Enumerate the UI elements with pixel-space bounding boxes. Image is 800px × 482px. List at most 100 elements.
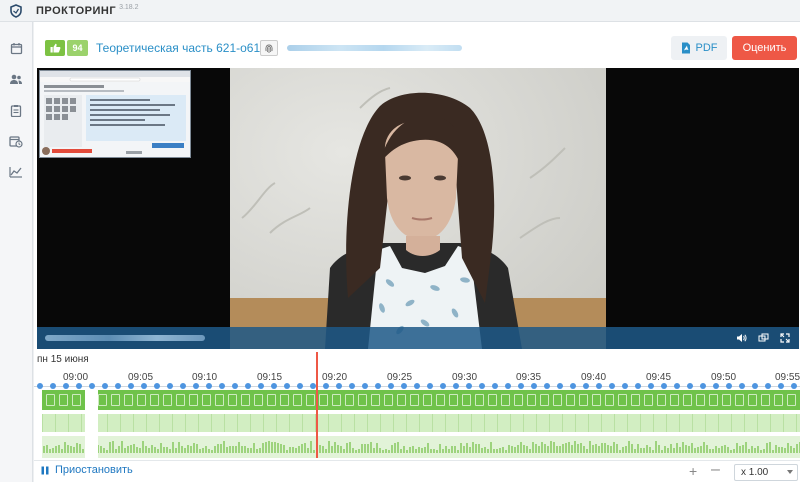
screenshot-marker[interactable] (566, 394, 575, 406)
event-marker[interactable] (102, 383, 108, 389)
video-player[interactable] (37, 68, 799, 349)
event-marker[interactable] (167, 383, 173, 389)
screenshot-marker[interactable] (553, 394, 562, 406)
pdf-button[interactable]: PDF (671, 36, 727, 60)
event-marker[interactable] (791, 383, 797, 389)
event-marker[interactable] (323, 383, 329, 389)
event-marker[interactable] (141, 383, 147, 389)
screenshot-marker[interactable] (670, 394, 679, 406)
screenshot-marker[interactable] (436, 394, 445, 406)
fingerprint-icon[interactable] (260, 40, 278, 56)
schedule-icon[interactable] (8, 133, 24, 149)
fullscreen-icon[interactable] (778, 331, 792, 345)
screenshot-marker[interactable] (514, 394, 523, 406)
screenshot-marker[interactable] (176, 394, 185, 406)
screenshot-marker[interactable] (540, 394, 549, 406)
screenshot-marker[interactable] (579, 394, 588, 406)
screenshot-marker[interactable] (683, 394, 692, 406)
event-marker[interactable] (271, 383, 277, 389)
screenshot-marker[interactable] (748, 394, 757, 406)
event-marker[interactable] (661, 383, 667, 389)
screenshot-marker[interactable] (254, 394, 263, 406)
event-marker[interactable] (180, 383, 186, 389)
event-marker[interactable] (258, 383, 264, 389)
screenshot-marker[interactable] (527, 394, 536, 406)
pip-toggle-icon[interactable] (756, 331, 770, 345)
screenshot-marker[interactable] (475, 394, 484, 406)
volume-icon[interactable] (734, 331, 748, 345)
audio-track[interactable] (42, 436, 800, 458)
screenshot-marker[interactable] (319, 394, 328, 406)
event-marker[interactable] (752, 383, 758, 389)
event-marker[interactable] (245, 383, 251, 389)
event-marker[interactable] (765, 383, 771, 389)
screenshot-marker[interactable] (735, 394, 744, 406)
session-title[interactable]: Теоретическая часть 621-о61 (96, 41, 260, 55)
playback-speed-select[interactable]: x 1.00 (734, 464, 798, 481)
calendar-icon[interactable] (8, 40, 24, 56)
event-marker[interactable] (687, 383, 693, 389)
event-marker[interactable] (154, 383, 160, 389)
zoom-in-button[interactable]: + (689, 463, 697, 479)
event-marker[interactable] (713, 383, 719, 389)
event-marker[interactable] (284, 383, 290, 389)
screenshot-marker[interactable] (696, 394, 705, 406)
timeline[interactable]: пн 15 июня 09:00 09:05 09:10 09:15 09:20… (34, 352, 800, 460)
event-marker[interactable] (544, 383, 550, 389)
screenshot-marker[interactable] (501, 394, 510, 406)
event-marker[interactable] (453, 383, 459, 389)
screenshot-marker[interactable] (72, 394, 81, 406)
screenshot-marker[interactable] (137, 394, 146, 406)
event-marker[interactable] (557, 383, 563, 389)
rate-button[interactable]: Оценить (732, 36, 797, 60)
screenshot-marker[interactable] (124, 394, 133, 406)
event-marker[interactable] (375, 383, 381, 389)
event-marker[interactable] (440, 383, 446, 389)
event-marker[interactable] (414, 383, 420, 389)
event-marker[interactable] (596, 383, 602, 389)
screenshot-marker[interactable] (59, 394, 68, 406)
screenshot-marker[interactable] (761, 394, 770, 406)
screenshot-marker[interactable] (709, 394, 718, 406)
event-marker[interactable] (427, 383, 433, 389)
screenshot-marker[interactable] (163, 394, 172, 406)
screenshot-marker[interactable] (46, 394, 55, 406)
users-icon[interactable] (8, 71, 24, 87)
screenshot-marker[interactable] (189, 394, 198, 406)
event-marker[interactable] (297, 383, 303, 389)
event-marker[interactable] (349, 383, 355, 389)
screenshot-marker[interactable] (592, 394, 601, 406)
screenshot-marker[interactable] (774, 394, 783, 406)
event-marker[interactable] (674, 383, 680, 389)
event-marker[interactable] (219, 383, 225, 389)
screenshot-marker[interactable] (267, 394, 276, 406)
event-marker[interactable] (193, 383, 199, 389)
screenshot-marker[interactable] (449, 394, 458, 406)
event-marker[interactable] (570, 383, 576, 389)
event-marker[interactable] (492, 383, 498, 389)
event-marker[interactable] (50, 383, 56, 389)
event-marker[interactable] (362, 383, 368, 389)
screenshot-marker[interactable] (657, 394, 666, 406)
screenshot-marker[interactable] (605, 394, 614, 406)
event-marker[interactable] (726, 383, 732, 389)
event-marker[interactable] (388, 383, 394, 389)
event-marker[interactable] (37, 383, 43, 389)
event-marker[interactable] (479, 383, 485, 389)
playhead-cursor[interactable] (316, 352, 318, 458)
event-marker[interactable] (401, 383, 407, 389)
screenshot-marker[interactable] (228, 394, 237, 406)
screenshot-marker[interactable] (397, 394, 406, 406)
screenshot-marker[interactable] (98, 394, 107, 406)
event-marker[interactable] (531, 383, 537, 389)
screenshot-marker[interactable] (306, 394, 315, 406)
event-marker[interactable] (505, 383, 511, 389)
screenshot-marker[interactable] (631, 394, 640, 406)
event-marker[interactable] (128, 383, 134, 389)
screenshot-marker[interactable] (241, 394, 250, 406)
screenshot-marker[interactable] (462, 394, 471, 406)
screenshot-marker[interactable] (215, 394, 224, 406)
event-marker[interactable] (635, 383, 641, 389)
zoom-out-button[interactable]: – (711, 461, 720, 479)
screenshot-marker[interactable] (384, 394, 393, 406)
